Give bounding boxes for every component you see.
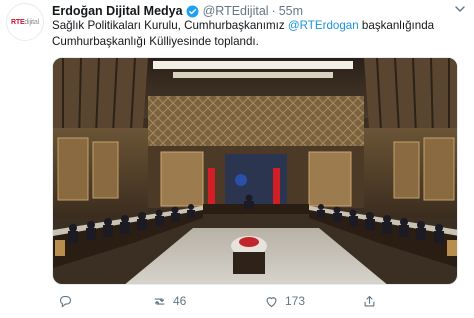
share-icon — [364, 295, 375, 306]
like-button[interactable]: 173 — [264, 294, 305, 309]
tweet-header: Erdoğan Dijital Medya @RTEdijital · 55m — [52, 3, 303, 19]
tweet-text-part: Sağlık Politikaları Kurulu, Cumhurbaşkan… — [52, 19, 288, 32]
reply-icon — [59, 295, 72, 308]
chevron-down-icon[interactable] — [454, 4, 466, 14]
handle[interactable]: @RTEdijital — [203, 4, 269, 18]
reply-button[interactable] — [58, 294, 73, 309]
timestamp[interactable]: 55m — [279, 4, 303, 18]
display-name[interactable]: Erdoğan Dijital Medya — [52, 4, 183, 18]
retweet-count: 46 — [173, 294, 187, 308]
retweet-button[interactable]: 46 — [152, 294, 186, 309]
tweet[interactable]: RTEdijital Erdoğan Dijital Medya @RTEdij… — [0, 0, 474, 318]
tweet-actions: 46 173 — [52, 292, 462, 310]
like-count: 173 — [285, 294, 306, 308]
verified-badge-icon — [186, 5, 199, 17]
tweet-photo[interactable] — [52, 57, 458, 285]
mention-link[interactable]: @RTErdogan — [288, 19, 359, 32]
avatar-logo: RTEdijital — [11, 18, 39, 26]
heart-icon — [266, 296, 277, 307]
tweet-text: Sağlık Politikaları Kurulu, Cumhurbaşkan… — [52, 18, 464, 50]
avatar[interactable]: RTEdijital — [6, 3, 44, 41]
meeting-hall-photo — [53, 58, 457, 284]
retweet-icon — [154, 297, 165, 305]
share-button[interactable] — [362, 294, 377, 309]
separator-dot: · — [271, 4, 276, 18]
